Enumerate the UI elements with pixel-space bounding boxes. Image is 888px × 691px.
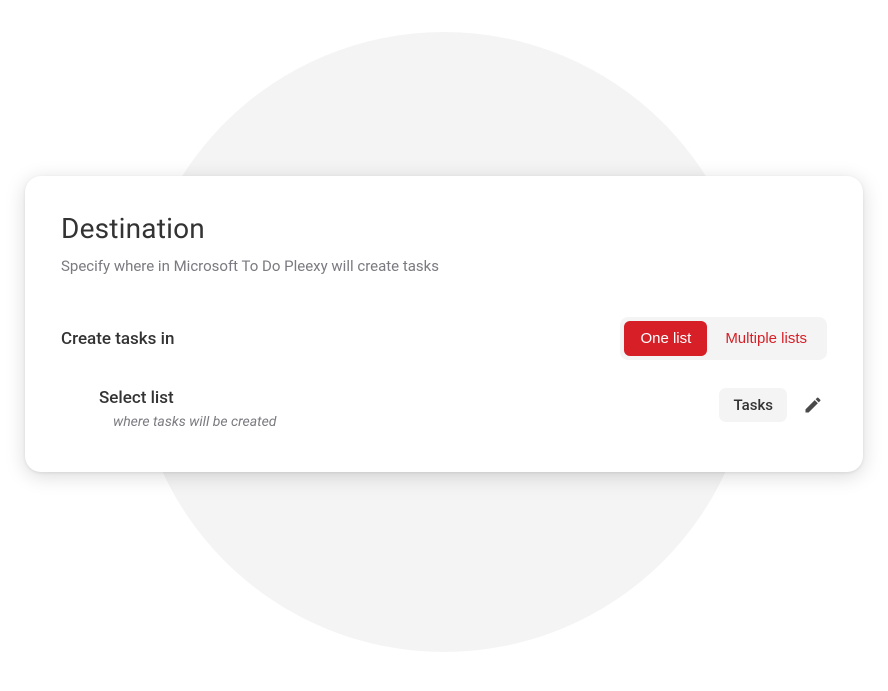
list-mode-toggle: One list Multiple lists (620, 317, 827, 360)
multiple-lists-button[interactable]: Multiple lists (709, 321, 823, 356)
select-list-left: Select list where tasks will be created (99, 388, 276, 430)
create-tasks-label: Create tasks in (61, 329, 174, 349)
destination-card: Destination Specify where in Microsoft T… (25, 176, 863, 472)
create-tasks-row: Create tasks in One list Multiple lists (61, 317, 827, 360)
select-list-hint: where tasks will be created (99, 414, 276, 430)
select-list-row: Select list where tasks will be created … (61, 388, 827, 430)
selected-list-chip: Tasks (719, 388, 787, 422)
select-list-label: Select list (99, 388, 276, 408)
pencil-icon (803, 395, 823, 415)
card-title: Destination (61, 212, 827, 245)
edit-list-button[interactable] (799, 391, 827, 419)
one-list-button[interactable]: One list (624, 321, 707, 356)
card-subtitle: Specify where in Microsoft To Do Pleexy … (61, 257, 827, 275)
select-list-right: Tasks (719, 388, 827, 422)
